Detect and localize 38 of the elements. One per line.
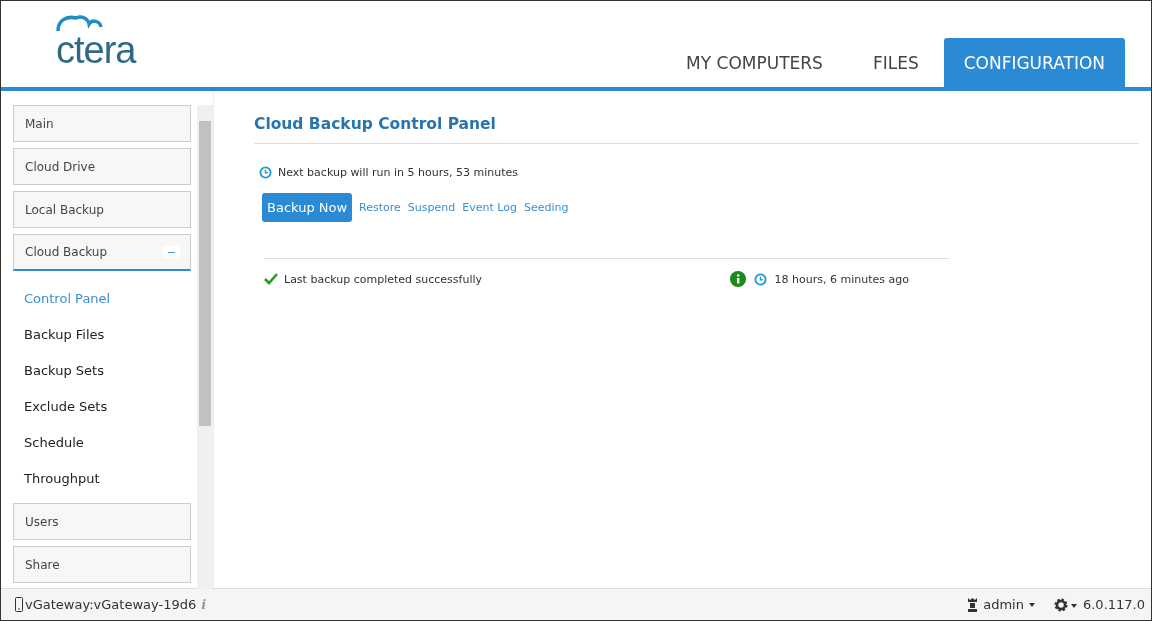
- sidebar-section[interactable]: Main: [13, 105, 191, 142]
- version-text: 6.0.117.0: [1082, 597, 1145, 612]
- sidebar-section[interactable]: Users: [13, 503, 191, 540]
- last-backup-time: 18 hours, 6 minutes ago: [774, 272, 909, 286]
- device-name: vGateway:vGateway-19d6: [25, 597, 197, 612]
- sidebar-section[interactable]: Cloud Backup −: [13, 234, 191, 271]
- sidebar-section[interactable]: Cloud Drive: [13, 148, 191, 185]
- clock-icon: [753, 272, 767, 286]
- last-backup-status: Last backup completed successfully: [284, 272, 484, 286]
- collapse-toggle[interactable]: −: [162, 245, 180, 259]
- action-link[interactable]: Event Log: [462, 201, 517, 214]
- next-backup-text: Next backup will run in 5 hours, 53 minutes: [278, 166, 518, 179]
- logo-text: ctera: [56, 31, 136, 69]
- action-link[interactable]: Seeding: [523, 201, 569, 214]
- sidebar-item[interactable]: Throughput: [13, 460, 191, 496]
- action-link[interactable]: Suspend: [407, 201, 456, 214]
- nav-tab[interactable]: FILES: [847, 38, 944, 87]
- info-icon[interactable]: [729, 271, 746, 287]
- scrollbar[interactable]: [197, 105, 213, 589]
- sidebar-item[interactable]: Control Panel: [13, 280, 191, 316]
- sidebar-item[interactable]: Backup Sets: [13, 352, 191, 388]
- caret-icon: [1028, 602, 1035, 607]
- user-icon: [967, 597, 979, 612]
- panel-title: Cloud Backup Control Panel: [254, 115, 1139, 144]
- clock-icon: [259, 166, 272, 179]
- sidebar-item[interactable]: Backup Files: [13, 316, 191, 352]
- check-icon: [264, 273, 278, 285]
- sidebar-section[interactable]: Local Backup: [13, 191, 191, 228]
- nav-tab[interactable]: MY COMPUTERS: [661, 38, 848, 87]
- sidebar-item[interactable]: Exclude Sets: [13, 388, 191, 424]
- sidebar-section[interactable]: Share: [13, 546, 191, 583]
- action-link[interactable]: Restore: [359, 201, 401, 214]
- settings-icon[interactable]: [1052, 596, 1077, 613]
- sidebar-item[interactable]: Schedule: [13, 424, 191, 460]
- backup-now-button[interactable]: Backup Now: [262, 193, 353, 222]
- nav-tab[interactable]: CONFIGURATION: [943, 38, 1125, 87]
- device-icon: [15, 597, 23, 612]
- user-menu[interactable]: admin: [967, 597, 1035, 612]
